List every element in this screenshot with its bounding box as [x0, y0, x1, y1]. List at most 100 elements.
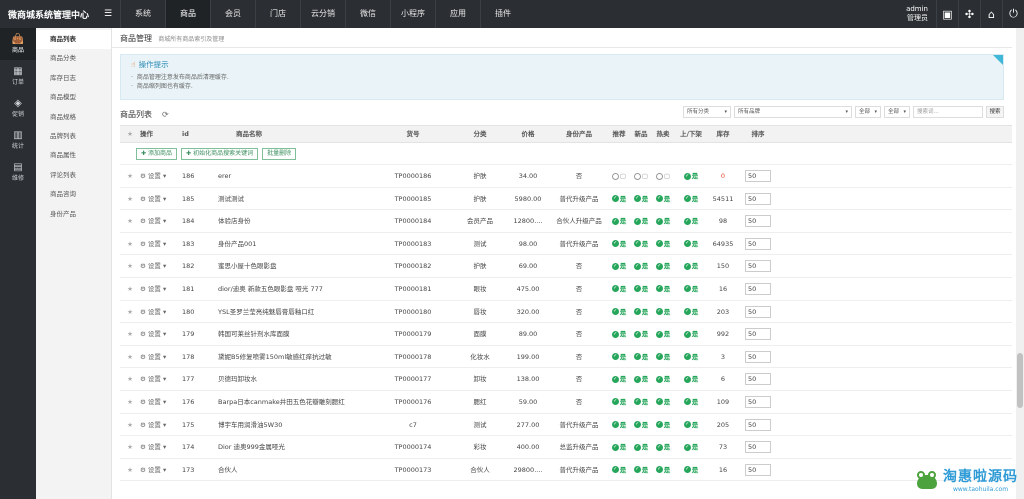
collapse-corner[interactable] — [993, 55, 1003, 65]
submenu-item-5[interactable]: 品牌列表 — [36, 127, 111, 146]
init-keywords-button[interactable]: ✚ 初始化商品搜索关键词 — [181, 147, 259, 160]
shelf-toggle[interactable]: ✓ 是 — [674, 459, 708, 481]
hot-toggle[interactable]: ✓ 是 — [652, 301, 674, 323]
sidebar-item-2[interactable]: ◈ 促销 — [0, 92, 36, 124]
hot-toggle[interactable]: ✓ 是 — [652, 255, 674, 277]
goods-name[interactable]: 合伙人 — [216, 459, 372, 481]
star-icon[interactable]: ★ — [120, 459, 140, 481]
star-icon[interactable]: ★ — [120, 323, 140, 345]
goods-name[interactable]: 黛妮B5修复喷雾150ml敏感红痒抗过敏 — [216, 346, 372, 368]
shelf-toggle[interactable]: ✓ 是 — [674, 368, 708, 390]
settings-dropdown[interactable]: ⚙ 设置 ▾ — [140, 210, 182, 232]
goods-name[interactable]: erer — [216, 165, 372, 187]
search-button[interactable]: 搜索 — [986, 106, 1004, 118]
page-scrollbar[interactable] — [1016, 28, 1024, 499]
new-toggle[interactable]: ✓ 是 — [630, 414, 652, 436]
shelf-toggle[interactable]: ✓ 是 — [674, 188, 708, 210]
new-toggle[interactable]: ✓ 是 — [630, 278, 652, 300]
shelf-toggle[interactable]: ✓ 是 — [674, 233, 708, 255]
nav-item-1[interactable]: 商品 — [165, 0, 210, 28]
add-goods-button[interactable]: ✚ 添加商品 — [136, 147, 178, 160]
recommend-toggle[interactable]: ✓ 是 — [608, 323, 630, 345]
submenu-item-4[interactable]: 商品规格 — [36, 108, 111, 127]
goods-name[interactable]: 蜜思小屋十色眼影盘 — [216, 255, 372, 277]
shelf-toggle[interactable]: ✓ 是 — [674, 346, 708, 368]
recommend-toggle[interactable]: ✓ 是 — [608, 436, 630, 458]
submenu-item-7[interactable]: 评论列表 — [36, 166, 111, 185]
sort-input[interactable]: 50 — [745, 418, 771, 431]
star-icon[interactable]: ★ — [120, 278, 140, 300]
goods-name[interactable]: 博宇车用润滑油5W30 — [216, 414, 372, 436]
sort-input[interactable]: 50 — [745, 441, 771, 454]
hot-toggle[interactable]: ✓ 是 — [652, 323, 674, 345]
sort-input[interactable]: 50 — [745, 282, 771, 295]
shelf-toggle[interactable]: ✓ 是 — [674, 165, 708, 187]
recommend-toggle[interactable]: ✓ 是 — [608, 368, 630, 390]
star-icon[interactable]: ★ — [120, 165, 140, 187]
star-icon[interactable]: ★ — [120, 436, 140, 458]
star-icon[interactable]: ★ — [120, 301, 140, 323]
recommend-toggle[interactable]: ✓ 是 — [608, 210, 630, 232]
recommend-toggle[interactable]: ✓ 是 — [608, 459, 630, 481]
goods-name[interactable]: 测试测试 — [216, 188, 372, 210]
new-toggle[interactable]: ✓ 是 — [630, 255, 652, 277]
filter-select-2[interactable]: 全部 ▾ — [884, 106, 910, 118]
settings-dropdown[interactable]: ⚙ 设置 ▾ — [140, 188, 182, 210]
submenu-item-9[interactable]: 身份产品 — [36, 205, 111, 224]
sort-input[interactable]: 50 — [745, 373, 771, 386]
sort-input[interactable]: 50 — [745, 328, 771, 341]
recommend-toggle[interactable]: ✓ 是 — [608, 255, 630, 277]
settings-dropdown[interactable]: ⚙ 设置 ▾ — [140, 165, 182, 187]
sort-input[interactable]: 50 — [745, 463, 771, 476]
sort-input[interactable]: 50 — [745, 237, 771, 250]
new-toggle[interactable]: ▢ — [630, 165, 652, 187]
settings-dropdown[interactable]: ⚙ 设置 ▾ — [140, 255, 182, 277]
submenu-item-1[interactable]: 商品分类 — [36, 49, 111, 68]
batch-delete-button[interactable]: 批量删除 — [262, 147, 297, 160]
settings-dropdown[interactable]: ⚙ 设置 ▾ — [140, 278, 182, 300]
new-toggle[interactable]: ✓ 是 — [630, 459, 652, 481]
goods-name[interactable]: Barpa日本canmake井田五色花瓣雕刻腮红 — [216, 391, 372, 413]
submenu-item-3[interactable]: 商品模型 — [36, 88, 111, 107]
settings-dropdown[interactable]: ⚙ 设置 ▾ — [140, 323, 182, 345]
new-toggle[interactable]: ✓ 是 — [630, 301, 652, 323]
shelf-toggle[interactable]: ✓ 是 — [674, 436, 708, 458]
goods-name[interactable]: 身份产品001 — [216, 233, 372, 255]
hot-toggle[interactable]: ▢ — [652, 165, 674, 187]
hamburger-icon[interactable]: ☰ — [96, 9, 120, 19]
power-icon[interactable]: ⏻ — [1002, 0, 1024, 28]
home-icon[interactable]: ⌂ — [980, 0, 1002, 28]
nav-item-4[interactable]: 云分销 — [300, 0, 345, 28]
settings-dropdown[interactable]: ⚙ 设置 ▾ — [140, 368, 182, 390]
hot-toggle[interactable]: ✓ 是 — [652, 233, 674, 255]
star-icon[interactable]: ★ — [120, 391, 140, 413]
sidebar-item-4[interactable]: ▤ 维修 — [0, 156, 36, 188]
settings-dropdown[interactable]: ⚙ 设置 ▾ — [140, 346, 182, 368]
network-icon[interactable]: ✣ — [958, 0, 980, 28]
scrollbar-thumb[interactable] — [1017, 353, 1023, 408]
sort-input[interactable]: 50 — [745, 192, 771, 205]
shelf-toggle[interactable]: ✓ 是 — [674, 414, 708, 436]
hot-toggle[interactable]: ✓ 是 — [652, 346, 674, 368]
shelf-toggle[interactable]: ✓ 是 — [674, 301, 708, 323]
settings-dropdown[interactable]: ⚙ 设置 ▾ — [140, 391, 182, 413]
settings-dropdown[interactable]: ⚙ 设置 ▾ — [140, 414, 182, 436]
sort-input[interactable]: 50 — [745, 260, 771, 273]
new-toggle[interactable]: ✓ 是 — [630, 368, 652, 390]
hot-toggle[interactable]: ✓ 是 — [652, 368, 674, 390]
goods-name[interactable]: dior/迪奥 新款五色眼影盘 哑光 777 — [216, 278, 372, 300]
new-toggle[interactable]: ✓ 是 — [630, 346, 652, 368]
goods-name[interactable]: Dior 迪奥999金属哑光 — [216, 436, 372, 458]
star-icon[interactable]: ★ — [120, 233, 140, 255]
submenu-item-6[interactable]: 商品属性 — [36, 146, 111, 165]
star-icon[interactable]: ★ — [120, 255, 140, 277]
goods-name[interactable]: YSL圣罗兰莹亮纯魅唇膏唇釉口红 — [216, 301, 372, 323]
recommend-toggle[interactable]: ✓ 是 — [608, 391, 630, 413]
submenu-item-2[interactable]: 库存日志 — [36, 69, 111, 88]
new-toggle[interactable]: ✓ 是 — [630, 323, 652, 345]
settings-dropdown[interactable]: ⚙ 设置 ▾ — [140, 301, 182, 323]
new-toggle[interactable]: ✓ 是 — [630, 233, 652, 255]
star-icon[interactable]: ★ — [120, 210, 140, 232]
nav-item-6[interactable]: 小程序 — [390, 0, 435, 28]
nav-item-2[interactable]: 会员 — [210, 0, 255, 28]
